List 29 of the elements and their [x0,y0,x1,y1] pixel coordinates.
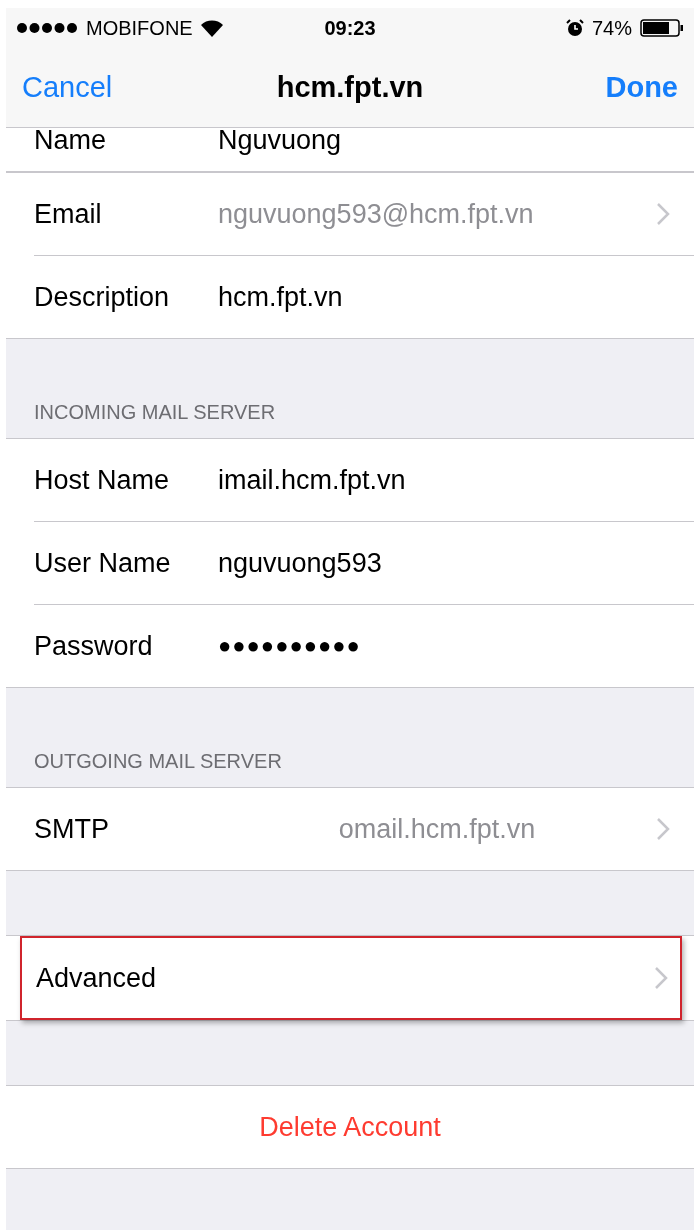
field-label: Email [34,198,103,230]
chevron-icon [656,202,670,226]
field-value[interactable]: hcm.fpt.vn [218,281,343,313]
status-time: 09:23 [324,16,376,40]
chevron-icon [654,966,668,990]
section-header: OUTGOING MAIL SERVER [33,749,283,774]
field-value[interactable]: Nguvuong [218,128,342,156]
password-field[interactable]: ●●●●●●●●●● [218,633,361,659]
carrier-name: MOBIFONE [86,16,193,40]
field-label: SMTP [34,813,110,845]
field-label: Name [34,128,108,156]
field-label: Host Name [34,464,171,496]
alarm-clock-icon [565,19,584,37]
section-header: INCOMING MAIL SERVER [33,400,277,425]
done-button[interactable]: Done [605,71,678,104]
wifi-icon [200,19,223,37]
field-value[interactable]: imail.hcm.fpt.vn [218,464,406,496]
advanced-row[interactable]: Advanced [20,936,682,1020]
field-label: Description [34,281,171,313]
signal-icon [16,22,78,34]
cancel-button[interactable]: Cancel [22,71,113,104]
battery-percent: 74% [591,16,632,40]
chevron-icon [656,817,670,841]
nav-title: hcm.fpt.vn [276,71,424,104]
field-label: Password [34,630,154,662]
field-label: User Name [34,547,172,579]
field-value[interactable]: nguvuong593 [218,547,382,579]
battery-icon [640,19,684,37]
delete-account-button[interactable]: Delete Account [6,1086,694,1168]
